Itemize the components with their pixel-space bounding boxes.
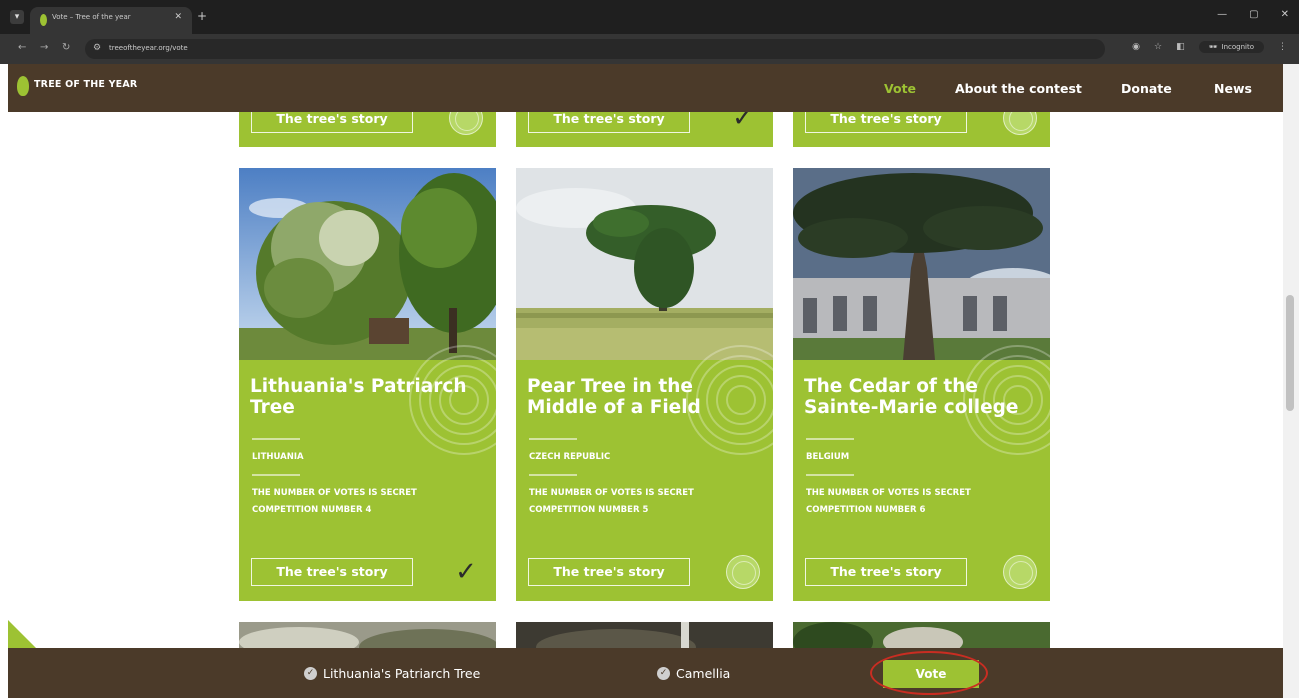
close-tab-icon[interactable]: ✕ (174, 12, 182, 22)
scrollbar-thumb[interactable] (1286, 295, 1294, 411)
tree-title: The Cedar of the Sainte-Marie college (804, 376, 1019, 418)
divider (806, 474, 854, 476)
select-tree-circle[interactable] (1003, 112, 1037, 135)
tree-card: The tree's story (239, 112, 496, 147)
competition-number: COMPETITION NUMBER 6 (806, 505, 926, 515)
nav-vote[interactable]: Vote (884, 81, 916, 96)
competition-number: COMPETITION NUMBER 4 (252, 505, 372, 515)
check-circle-icon: ✓ (657, 667, 670, 680)
divider (252, 474, 300, 476)
site-header: TREE OF THE YEAR Vote About the contest … (8, 64, 1283, 112)
tree-card-lithuania: Lithuania's Patriarch Tree LITHUANIA THE… (239, 168, 496, 601)
reload-icon[interactable]: ↻ (62, 42, 70, 53)
tree-card-belgium: The Cedar of the Sainte-Marie college BE… (793, 168, 1050, 601)
divider (529, 474, 577, 476)
selected-tree-item[interactable]: ✓ Lithuania's Patriarch Tree (304, 666, 480, 681)
toolbar-right: ◉ ☆ ◧ 🕶 Incognito ⋮ (1132, 41, 1287, 53)
select-tree-circle[interactable] (1003, 555, 1037, 589)
tree-logo-icon[interactable] (17, 76, 29, 96)
tree-card: The tree's story (793, 112, 1050, 147)
address-bar[interactable]: ⚙ treeoftheyear.org/vote (85, 39, 1105, 59)
nav-about[interactable]: About the contest (955, 81, 1082, 96)
divider (806, 438, 854, 440)
eye-off-icon[interactable]: ◉ (1132, 42, 1140, 52)
check-circle-icon: ✓ (304, 667, 317, 680)
tree-card-photo-peek[interactable] (239, 622, 496, 648)
site-logo-text[interactable]: TREE OF THE YEAR (34, 79, 137, 90)
tree-photo[interactable] (793, 168, 1050, 360)
incognito-label: Incognito (1221, 43, 1254, 51)
nav-news[interactable]: News (1214, 81, 1252, 96)
divider (252, 438, 300, 440)
tree-story-button[interactable]: The tree's story (528, 112, 690, 133)
forward-icon[interactable]: → (40, 42, 48, 53)
select-tree-circle[interactable] (726, 555, 760, 589)
new-tab-icon[interactable]: + (197, 9, 207, 23)
close-window-icon[interactable]: ✕ (1281, 9, 1289, 20)
tree-story-button[interactable]: The tree's story (805, 112, 967, 133)
tree-country: LITHUANIA (252, 452, 304, 462)
tree-photo[interactable] (516, 168, 773, 360)
competition-number: COMPETITION NUMBER 5 (529, 505, 649, 515)
browser-tab[interactable]: Vote – Tree of the year ✕ (30, 7, 192, 34)
nav-donate[interactable]: Donate (1121, 81, 1172, 96)
tab-search-icon[interactable]: ▾ (10, 10, 24, 24)
vote-count-text: THE NUMBER OF VOTES IS SECRET (806, 488, 971, 498)
minimize-icon[interactable]: — (1217, 9, 1227, 20)
tree-story-button[interactable]: The tree's story (528, 558, 690, 586)
divider (529, 438, 577, 440)
selected-tree-label: Lithuania's Patriarch Tree (323, 666, 481, 681)
browser-tab-bar: ▾ Vote – Tree of the year ✕ + — ▢ ✕ (0, 0, 1299, 34)
site-info-icon[interactable]: ⚙ (93, 43, 101, 53)
green-corner-decoration (8, 620, 36, 648)
tree-country: CZECH REPUBLIC (529, 452, 611, 462)
tree-story-button[interactable]: The tree's story (805, 558, 967, 586)
tree-story-button[interactable]: The tree's story (251, 558, 413, 586)
tree-story-button[interactable]: The tree's story (251, 112, 413, 133)
tree-card-czech: Pear Tree in the Middle of a Field CZECH… (516, 168, 773, 601)
select-tree-circle[interactable] (449, 112, 483, 135)
vote-button[interactable]: Vote (883, 660, 979, 688)
vote-count-text: THE NUMBER OF VOTES IS SECRET (529, 488, 694, 498)
tree-card-photo-peek[interactable] (793, 622, 1050, 648)
back-icon[interactable]: ← (18, 42, 26, 53)
window-controls: — ▢ ✕ (1217, 9, 1289, 20)
menu-icon[interactable]: ⋮ (1278, 42, 1287, 52)
browser-toolbar: ← → ↻ ⚙ treeoftheyear.org/vote ◉ ☆ ◧ 🕶 I… (0, 34, 1299, 64)
tree-title: Lithuania's Patriarch Tree (250, 376, 467, 418)
url-text: treeoftheyear.org/vote (109, 44, 188, 52)
tree-card: The tree's story ✓ (516, 112, 773, 147)
bookmark-star-icon[interactable]: ☆ (1154, 42, 1162, 52)
maximize-icon[interactable]: ▢ (1249, 9, 1258, 20)
selected-tree-item[interactable]: ✓ Camellia (657, 666, 730, 681)
vote-selection-bar: ✓ Lithuania's Patriarch Tree ✓ Camellia … (8, 648, 1283, 698)
favicon-icon (40, 14, 47, 26)
incognito-badge[interactable]: 🕶 Incognito (1198, 41, 1264, 53)
tree-photo[interactable] (239, 168, 496, 360)
tree-country: BELGIUM (806, 452, 850, 462)
selected-tree-label: Camellia (676, 666, 731, 681)
incognito-icon: 🕶 (1208, 43, 1218, 51)
selected-checkmark-icon[interactable]: ✓ (726, 112, 760, 135)
tree-title: Pear Tree in the Middle of a Field (527, 376, 701, 418)
vote-count-text: THE NUMBER OF VOTES IS SECRET (252, 488, 417, 498)
tree-card-photo-peek[interactable] (516, 622, 773, 648)
tab-title: Vote – Tree of the year (52, 13, 131, 21)
side-panel-icon[interactable]: ◧ (1176, 42, 1185, 52)
tree-grid: The tree's story The tree's story ✓ The … (8, 112, 1283, 648)
selected-checkmark-icon[interactable]: ✓ (449, 555, 483, 589)
